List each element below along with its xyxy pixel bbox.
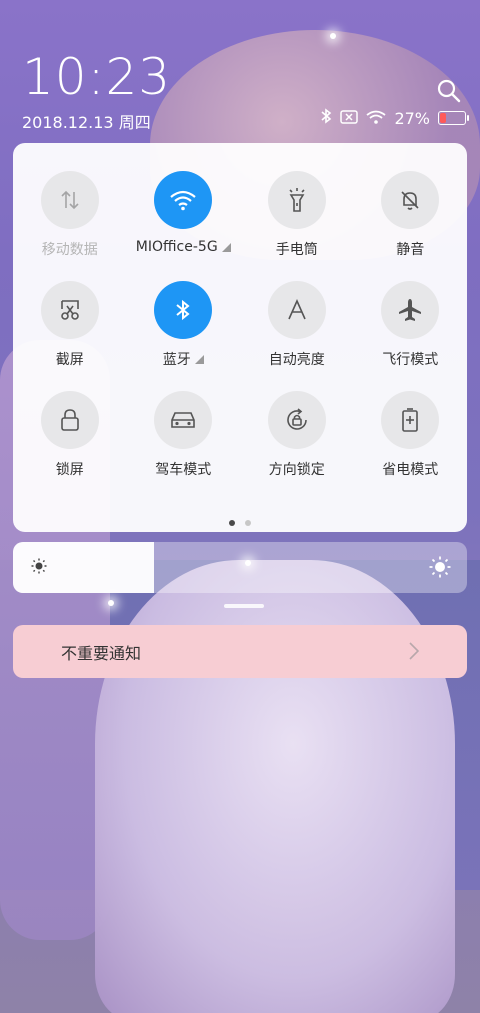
toggle-label: 静音 [396, 239, 424, 259]
toggle-label-text: 静音 [396, 242, 425, 258]
toggle-label: 方向锁定 [269, 459, 325, 479]
brightness-high-icon [429, 556, 451, 582]
auto-brightness-icon[interactable] [267, 281, 326, 339]
sparkle [330, 33, 336, 39]
toggle-lock[interactable]: 锁屏 [13, 391, 127, 479]
page-dot [229, 520, 235, 526]
toggle-label: 移动数据 [42, 239, 98, 259]
bluetooth-icon[interactable] [154, 281, 213, 339]
page-dot [245, 520, 251, 526]
search-icon[interactable] [436, 78, 462, 104]
toggle-label-text: 驾车模式 [155, 462, 212, 478]
status-icons: 27% [320, 108, 469, 128]
toggle-label: 自动亮度 [269, 349, 325, 369]
toggle-bluetooth[interactable]: 蓝牙 [127, 281, 241, 369]
brightness-low-icon [31, 558, 47, 578]
toggle-grid: 移动数据 MIOffice-5G 手电筒 静音截屏 蓝牙 自动亮度 飞行模式锁屏 驾车模式 方向… [13, 171, 467, 479]
toggle-label-text: 飞行模式 [382, 352, 439, 368]
toggle-screenshot[interactable]: 截屏 [13, 281, 127, 369]
mobile-data-icon[interactable] [40, 171, 99, 229]
car-icon[interactable] [154, 391, 213, 449]
toggle-label: 飞行模式 [382, 349, 438, 369]
battery-saver-icon[interactable] [381, 391, 440, 449]
brightness-slider[interactable] [13, 542, 467, 593]
toggle-flashlight[interactable]: 手电筒 [240, 171, 354, 259]
toggle-label: 蓝牙 [163, 349, 204, 369]
toggle-label: 截屏 [56, 349, 84, 369]
toggle-label-text: 手电筒 [275, 242, 318, 258]
toggle-label-text: MIOffice-5G [135, 239, 218, 255]
notification-row[interactable]: 不重要通知 [13, 625, 467, 678]
toggle-label: 驾车模式 [155, 459, 211, 479]
page-indicator [13, 520, 467, 526]
toggle-label: 锁屏 [56, 459, 84, 479]
toggle-mobile-data[interactable]: 移动数据 [13, 171, 127, 259]
no-sim-icon [340, 109, 359, 128]
toggle-label-text: 方向锁定 [268, 462, 325, 478]
bluetooth-icon [320, 108, 332, 128]
battery-percent: 27% [394, 108, 430, 128]
flashlight-icon[interactable] [267, 171, 326, 229]
toggle-label-text: 省电模式 [382, 462, 439, 478]
toggle-mute-bell[interactable]: 静音 [354, 171, 468, 259]
clock: 10:23 [22, 48, 172, 106]
toggle-rotation-lock[interactable]: 方向锁定 [240, 391, 354, 479]
airplane-icon[interactable] [381, 281, 440, 339]
toggle-car[interactable]: 驾车模式 [127, 391, 241, 479]
sparkle [108, 600, 114, 606]
notification-title: 不重要通知 [61, 643, 142, 663]
mute-bell-icon[interactable] [381, 171, 440, 229]
toggle-label: MIOffice-5G [136, 239, 231, 255]
toggle-label: 手电筒 [276, 239, 318, 259]
wifi-icon[interactable] [154, 171, 213, 229]
chevron-right-icon [409, 642, 420, 664]
toggle-label-text: 锁屏 [55, 462, 84, 478]
expand-corner-icon[interactable] [194, 354, 204, 364]
toggle-airplane[interactable]: 飞行模式 [354, 281, 468, 369]
toggle-label-text: 自动亮度 [268, 352, 325, 368]
toggle-wifi[interactable]: MIOffice-5G [127, 171, 241, 259]
toggle-auto-brightness[interactable]: 自动亮度 [240, 281, 354, 369]
quick-settings-panel: 移动数据 MIOffice-5G 手电筒 静音截屏 蓝牙 自动亮度 飞行模式锁屏 驾车模式 方向… [13, 143, 467, 532]
toggle-label: 省电模式 [382, 459, 438, 479]
toggle-label-text: 移动数据 [41, 242, 98, 258]
screenshot-icon[interactable] [40, 281, 99, 339]
rotation-lock-icon[interactable] [267, 391, 326, 449]
expand-corner-icon[interactable] [221, 242, 231, 252]
toggle-label-text: 截屏 [55, 352, 84, 368]
battery-icon [438, 111, 469, 125]
lock-icon[interactable] [40, 391, 99, 449]
drag-handle[interactable] [224, 604, 264, 608]
toggle-battery-saver[interactable]: 省电模式 [354, 391, 468, 479]
date: 2018.12.13 周四 [22, 113, 151, 132]
toggle-label-text: 蓝牙 [162, 352, 191, 368]
wifi-icon [366, 109, 386, 128]
